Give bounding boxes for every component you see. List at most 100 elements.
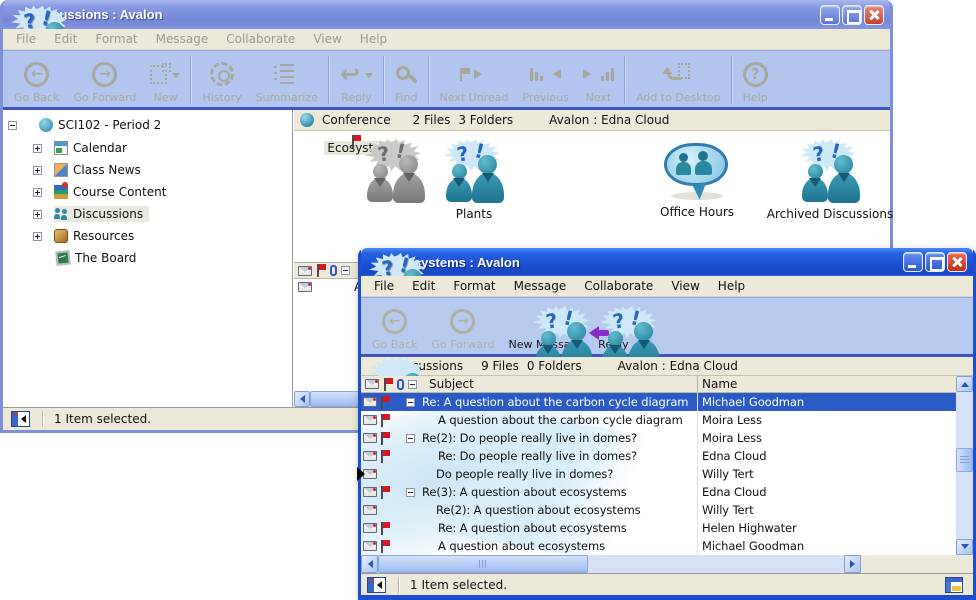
go-back-button[interactable]: Go Back (7, 54, 66, 104)
menu-collaborate[interactable]: Collaborate (575, 277, 662, 295)
books-icon (54, 185, 68, 199)
titlebar-discussions[interactable]: Discussions : Avalon (3, 0, 890, 29)
next-unread-button[interactable]: Next Unread (433, 54, 516, 104)
history-button[interactable]: History (195, 54, 248, 104)
go-back-button[interactable]: Go Back (365, 301, 424, 351)
scroll-left-button[interactable] (294, 391, 310, 407)
menu-edit[interactable]: Edit (45, 30, 86, 48)
reply-button[interactable]: Reply (591, 301, 635, 351)
menu-view[interactable]: View (662, 277, 708, 295)
chevron-down-icon[interactable] (365, 73, 373, 82)
menu-help[interactable]: Help (709, 277, 754, 295)
tree-item-the-board[interactable]: The Board (33, 249, 136, 267)
menu-message[interactable]: Message (505, 277, 576, 295)
table-row[interactable]: A question about ecosystems Michael Good… (361, 537, 956, 555)
conference-item-ecosystems[interactable]: Ecosystems (308, 139, 418, 155)
help-button[interactable]: Help (736, 54, 775, 104)
vertical-scrollbar[interactable] (956, 376, 973, 555)
scroll-down-button[interactable] (956, 539, 973, 555)
expand-toggle[interactable] (33, 144, 42, 153)
minimize-button[interactable] (820, 5, 840, 25)
column-divider[interactable] (697, 376, 698, 392)
scrollbar-track[interactable] (956, 392, 973, 448)
reply-button[interactable]: Reply (333, 54, 380, 104)
toggle-pane-icon[interactable] (11, 411, 30, 427)
name-column-label[interactable]: Name (702, 377, 737, 391)
subject-column-label[interactable]: Subject (429, 377, 474, 391)
collapse-toggle[interactable] (406, 434, 415, 443)
menu-format[interactable]: Format (444, 277, 504, 295)
tree-item-class-news[interactable]: Class News (33, 161, 141, 179)
titlebar-ecosystems[interactable]: Ecosystems : Avalon (361, 248, 973, 276)
table-row[interactable]: Re(2): A question about ecosystems Willy… (361, 501, 956, 519)
scroll-right-button[interactable] (844, 555, 861, 573)
board-icon (55, 250, 70, 265)
collapse-all-toggle[interactable] (408, 380, 417, 389)
maximize-button[interactable] (925, 252, 945, 272)
chevron-down-icon[interactable] (172, 73, 180, 82)
collapse-toggle[interactable] (406, 398, 415, 407)
expand-toggle[interactable] (33, 188, 42, 197)
close-button[interactable] (864, 5, 884, 25)
menu-format[interactable]: Format (86, 30, 146, 48)
conference-item-plants[interactable]: Plants (424, 139, 524, 221)
new-message-button[interactable]: New Message (501, 301, 591, 351)
resources-icon (54, 229, 68, 243)
maximize-button[interactable] (842, 5, 862, 25)
tree-item-course-content[interactable]: Course Content (33, 183, 166, 201)
add-to-desktop-button[interactable]: Add to Desktop (629, 54, 728, 104)
table-row[interactable]: A question about the carbon cycle diagra… (361, 411, 956, 429)
table-row[interactable]: Re: A question about ecosystems Helen Hi… (361, 519, 956, 537)
toolbar-separator (383, 56, 385, 104)
menu-file[interactable]: File (7, 30, 45, 48)
scroll-left-button[interactable] (361, 555, 378, 573)
row-name: Michael Goodman (702, 395, 804, 409)
message-icon (363, 487, 377, 497)
reply-icon (340, 60, 360, 88)
tree-item-resources[interactable]: Resources (33, 227, 134, 245)
minimize-button[interactable] (903, 252, 923, 272)
table-row[interactable]: Re(2): Do people really live in domes? M… (361, 429, 956, 447)
conference-item-archived-discussions[interactable]: Archived Discussions (760, 139, 900, 221)
new-button[interactable]: New (143, 54, 187, 104)
find-button[interactable]: Find (388, 54, 425, 104)
scrollbar-thumb[interactable] (378, 555, 588, 573)
previous-button[interactable]: Previous (515, 54, 576, 104)
arrow-left-icon (548, 69, 561, 79)
close-button[interactable] (947, 252, 967, 272)
view-grid-icon[interactable] (945, 577, 963, 593)
table-row[interactable]: Re: Do people really live in domes? Edna… (361, 447, 956, 465)
list-column-header[interactable]: Subject Name (361, 376, 956, 393)
collapse-toggle[interactable] (8, 121, 17, 130)
table-row[interactable]: Do people really live in domes? Willy Te… (361, 465, 956, 483)
expand-toggle[interactable] (33, 232, 42, 241)
tree-item-root[interactable]: SCI102 - Period 2 (8, 116, 161, 134)
plants-icon (442, 139, 506, 205)
collapse-all-toggle[interactable] (341, 266, 350, 275)
table-row[interactable]: Re: A question about the carbon cycle di… (361, 393, 956, 411)
scrollbar-track[interactable] (956, 472, 973, 539)
scrollbar-thumb[interactable] (956, 448, 973, 472)
menu-help[interactable]: Help (351, 30, 396, 48)
menu-view[interactable]: View (304, 30, 350, 48)
expand-toggle[interactable] (33, 166, 42, 175)
conference-item-office-hours[interactable]: Office Hours (642, 141, 752, 219)
summarize-button[interactable]: Summarize (249, 54, 325, 104)
go-forward-button[interactable]: Go Forward (66, 54, 143, 104)
go-forward-button[interactable]: Go Forward (424, 301, 501, 351)
toggle-pane-icon[interactable] (367, 577, 386, 593)
next-button[interactable]: Next (576, 54, 621, 104)
menu-edit[interactable]: Edit (403, 277, 444, 295)
tree-item-calendar[interactable]: Calendar (33, 139, 127, 157)
scrollbar-track[interactable] (588, 555, 844, 573)
expand-toggle[interactable] (33, 210, 42, 219)
menu-collaborate[interactable]: Collaborate (217, 30, 304, 48)
menu-file[interactable]: File (365, 277, 403, 295)
horizontal-scrollbar[interactable] (361, 555, 861, 573)
collapse-toggle[interactable] (406, 488, 415, 497)
scroll-up-button[interactable] (956, 376, 973, 392)
menu-message[interactable]: Message (147, 30, 218, 48)
tree-item-label: Resources (73, 229, 134, 243)
tree-item-discussions[interactable]: Discussions (33, 205, 149, 223)
table-row[interactable]: Re(3): A question about ecosystems Edna … (361, 483, 956, 501)
